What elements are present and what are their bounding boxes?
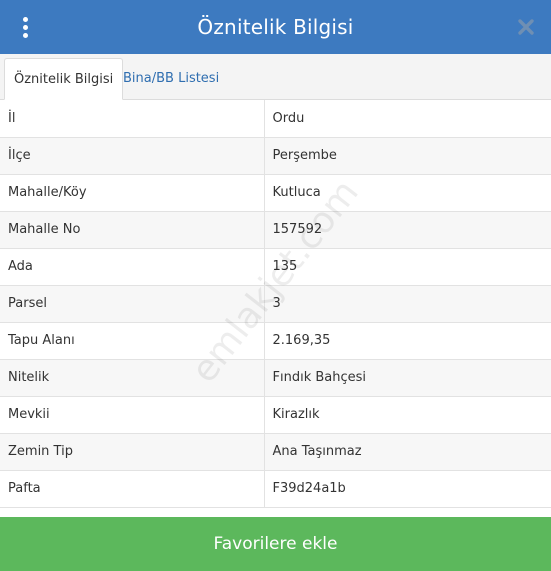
attribute-value: Ordu: [264, 100, 551, 138]
attribute-key: Tapu Alanı: [0, 322, 265, 360]
attribute-key: İlçe: [0, 137, 265, 175]
attribute-key: Mahalle No: [0, 211, 265, 249]
attribute-key: Mevkii: [0, 396, 265, 434]
table-row: İlçe Perşembe: [0, 137, 551, 175]
attribute-key: Parsel: [0, 285, 265, 323]
tab-oznitelik-bilgisi[interactable]: Öznitelik Bilgisi: [4, 58, 124, 100]
table-row: Mahalle No 157592: [0, 211, 551, 249]
attribute-key: Ada: [0, 248, 265, 286]
attribute-key: Zemin Tip: [0, 433, 265, 471]
attribute-value: F39d24a1b: [264, 470, 551, 508]
attribute-key: Pafta: [0, 470, 265, 508]
table-row: Parsel 3: [0, 285, 551, 323]
attribute-value: Perşembe: [264, 137, 551, 175]
header-bar: Öznitelik Bilgisi: [0, 0, 551, 54]
table-row: Nitelik Fındık Bahçesi: [0, 359, 551, 397]
attribute-value: Ana Taşınmaz: [264, 433, 551, 471]
table-row: Pafta F39d24a1b: [0, 470, 551, 508]
attribute-value: Fındık Bahçesi: [264, 359, 551, 397]
close-icon[interactable]: [513, 14, 539, 40]
attribute-table: İl Ordu İlçe Perşembe Mahalle/Köy Kutluca M…: [0, 100, 551, 508]
tab-bar: Öznitelik Bilgisi Bina/BB Listesi: [0, 54, 551, 100]
attribute-value: 135: [264, 248, 551, 286]
attribute-value: Kirazlık: [264, 396, 551, 434]
add-to-favorites-button[interactable]: Favorilere ekle: [0, 517, 551, 571]
attribute-value: 3: [264, 285, 551, 323]
table-row: Mahalle/Köy Kutluca: [0, 174, 551, 212]
table-row: Mevkii Kirazlık: [0, 396, 551, 434]
attribute-key: İl: [0, 100, 265, 138]
attribute-key: Mahalle/Köy: [0, 174, 265, 212]
attribute-key: Nitelik: [0, 359, 265, 397]
attribute-value: 157592: [264, 211, 551, 249]
attribute-value: Kutluca: [264, 174, 551, 212]
dialog-title: Öznitelik Bilgisi: [197, 15, 354, 39]
table-row: Ada 135: [0, 248, 551, 286]
attribute-value: 2.169,35: [264, 322, 551, 360]
table-row: Tapu Alanı 2.169,35: [0, 322, 551, 360]
table-row: İl Ordu: [0, 100, 551, 138]
tab-bina-bb-listesi[interactable]: Bina/BB Listesi: [114, 58, 228, 100]
table-row: Zemin Tip Ana Taşınmaz: [0, 433, 551, 471]
